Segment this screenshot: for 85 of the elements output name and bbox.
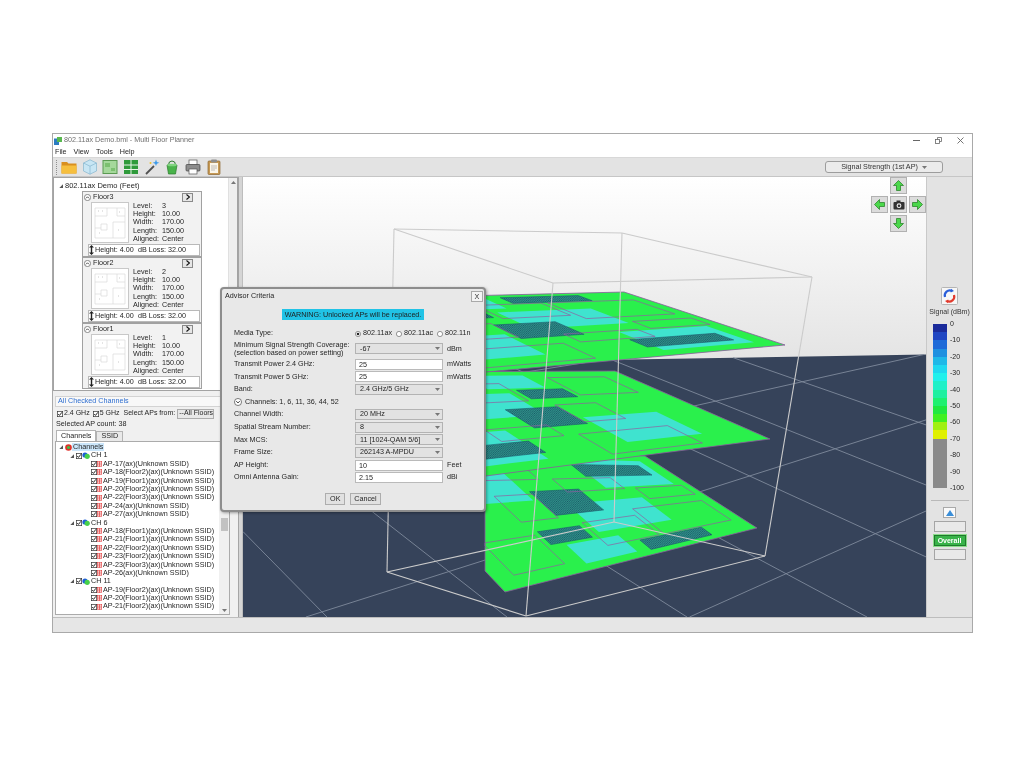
open-floor-button[interactable]: [182, 324, 193, 334]
checkbox[interactable]: [91, 469, 97, 476]
hatched-area: [537, 525, 593, 545]
close-icon[interactable]: [957, 137, 964, 144]
arrow-right-icon: [912, 199, 923, 210]
circles-icon: [82, 519, 90, 527]
triangle-icon[interactable]: [70, 453, 74, 458]
chevron-up-icon[interactable]: [84, 325, 91, 333]
clipboard-icon[interactable]: [205, 159, 222, 175]
caret-icon: [435, 425, 440, 429]
map-icon[interactable]: [102, 159, 119, 175]
checkbox[interactable]: [76, 452, 82, 459]
caret-icon: [435, 387, 440, 391]
checkbox[interactable]: [91, 536, 97, 543]
room-outline: [484, 323, 519, 340]
chevron-up-icon[interactable]: [84, 193, 91, 201]
open-floor-button[interactable]: [182, 258, 193, 268]
checkbox[interactable]: [91, 486, 97, 493]
caret-up-icon[interactable]: [230, 181, 236, 184]
collapse-button[interactable]: [943, 507, 956, 519]
camera-icon: [892, 199, 905, 210]
checkbox[interactable]: [91, 502, 97, 509]
vertical-arrows-icon: [89, 245, 94, 255]
swap-arrows-icon[interactable]: [941, 287, 958, 305]
open-floor-button[interactable]: [182, 192, 193, 202]
checkbox[interactable]: [76, 519, 82, 526]
hatched-area: [484, 440, 546, 460]
wand-icon[interactable]: [143, 159, 160, 175]
checkbox[interactable]: [91, 544, 97, 551]
arrow-down-icon: [893, 218, 904, 229]
circles-icon: [82, 452, 90, 460]
grid-icon[interactable]: [123, 159, 140, 175]
caret-icon: [921, 165, 927, 169]
hatched-area: [516, 388, 578, 400]
chevron-down-icon[interactable]: [234, 398, 242, 407]
hatched-area: [484, 313, 494, 319]
caret-icon: [435, 438, 440, 442]
checkbox[interactable]: [91, 595, 97, 602]
radio-button[interactable]: [396, 330, 403, 337]
checkbox[interactable]: [91, 561, 97, 568]
radio-button[interactable]: [437, 330, 444, 337]
checkbox[interactable]: [91, 460, 97, 467]
chevron-right-icon: [185, 194, 190, 200]
checkbox[interactable]: [91, 528, 97, 535]
chevron-right-icon: [185, 260, 190, 266]
checkbox[interactable]: [91, 511, 97, 518]
caret-icon: [435, 450, 440, 454]
triangle-icon[interactable]: [70, 520, 74, 525]
grid-tile-icon: [97, 570, 102, 577]
triangle-icon[interactable]: [59, 445, 63, 450]
bucket-icon[interactable]: [164, 159, 181, 175]
grid-tile-icon: [97, 511, 102, 518]
checkbox[interactable]: [92, 410, 99, 417]
chevron-up-icon[interactable]: [84, 259, 91, 267]
checkbox[interactable]: [91, 603, 97, 610]
radio-button[interactable]: [355, 330, 361, 337]
checkbox[interactable]: [57, 410, 63, 417]
chevron-right-icon: [185, 326, 190, 332]
maximize-icon[interactable]: [935, 137, 942, 144]
circles-icon: [82, 577, 90, 585]
checkbox[interactable]: [91, 586, 97, 593]
caret-icon: [435, 347, 440, 351]
triangle-icon[interactable]: [59, 184, 63, 188]
scroll-thumb[interactable]: [220, 518, 228, 531]
grid-tile-icon: [97, 460, 102, 467]
checkbox[interactable]: [91, 553, 97, 560]
checkbox[interactable]: [91, 570, 97, 577]
coverage-patch: [485, 375, 546, 390]
status-circle-icon: [65, 443, 72, 451]
caret-down-icon[interactable]: [221, 609, 227, 612]
vertical-arrows-icon: [89, 377, 94, 387]
arrow-left-icon: [874, 199, 885, 210]
checkbox[interactable]: [91, 494, 97, 501]
caret-icon: [435, 413, 440, 417]
app-icon: [54, 136, 62, 145]
checkbox[interactable]: [76, 578, 82, 585]
grid-tile-icon: [97, 586, 102, 593]
triangle-up-icon: [945, 509, 954, 516]
triangle-icon[interactable]: [70, 579, 74, 584]
vertical-arrows-icon: [89, 311, 94, 321]
coverage-patch: [566, 535, 638, 564]
printer-icon[interactable]: [185, 159, 202, 175]
arrow-up-icon: [893, 180, 904, 191]
checkbox[interactable]: [91, 477, 97, 484]
snapshot-button[interactable]: [890, 196, 907, 213]
